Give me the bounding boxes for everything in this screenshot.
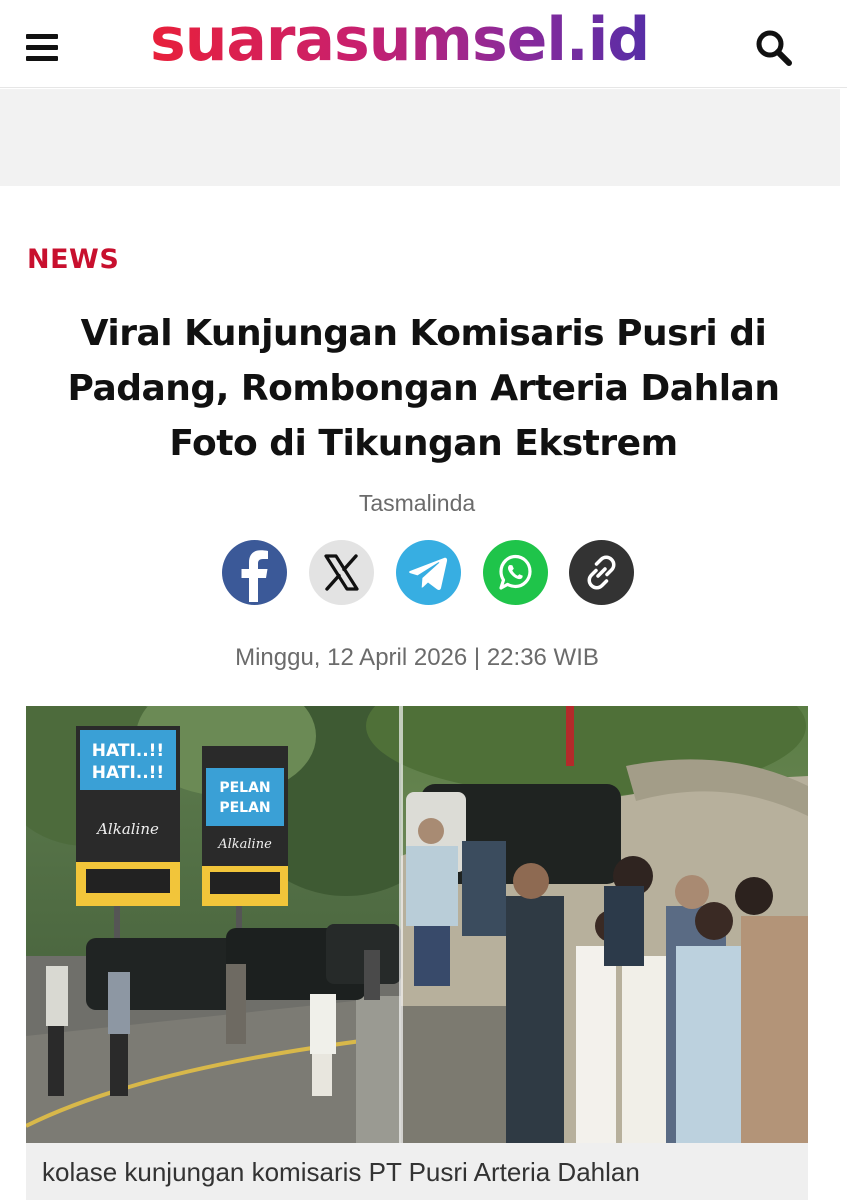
category-label[interactable]: NEWS [27, 244, 119, 275]
author-name[interactable]: Tasmalinda [0, 490, 834, 517]
link-icon [569, 540, 634, 605]
svg-text:PELAN: PELAN [219, 780, 270, 796]
image-caption: kolase kunjungan komisaris PT Pusri Arte… [42, 1157, 640, 1187]
publish-datetime: Minggu, 12 April 2026 | 22:36 WIB [235, 644, 599, 671]
image-caption-bar: kolase kunjungan komisaris PT Pusri Arte… [26, 1143, 808, 1200]
hamburger-menu-icon[interactable] [24, 30, 60, 66]
site-logo[interactable]: suarasumsel.id [150, 4, 670, 76]
site-header: suarasumsel.id [0, 0, 847, 88]
facebook-icon [222, 540, 287, 605]
share-buttons [222, 540, 634, 606]
x-icon [309, 540, 374, 605]
x-share-button[interactable] [309, 540, 374, 605]
svg-text:HATI..!!: HATI..!! [92, 763, 164, 783]
svg-text:Alkaline: Alkaline [95, 820, 159, 838]
article-image[interactable]: HATI..!! HATI..!! Alkaline PELAN PELAN A… [26, 706, 808, 1143]
article-title: Viral Kunjungan Komisaris Pusri di Padan… [67, 313, 780, 464]
search-icon[interactable] [752, 26, 796, 70]
svg-text:Alkaline: Alkaline [217, 837, 272, 852]
telegram-icon [396, 540, 461, 605]
ad-banner[interactable] [0, 89, 840, 186]
svg-text:PELAN: PELAN [219, 800, 270, 816]
whatsapp-icon [483, 540, 548, 605]
telegram-share-button[interactable] [396, 540, 461, 605]
facebook-share-button[interactable] [222, 540, 287, 605]
copy-link-button[interactable] [569, 540, 634, 605]
whatsapp-share-button[interactable] [483, 540, 548, 605]
svg-text:HATI..!!: HATI..!! [92, 741, 164, 761]
